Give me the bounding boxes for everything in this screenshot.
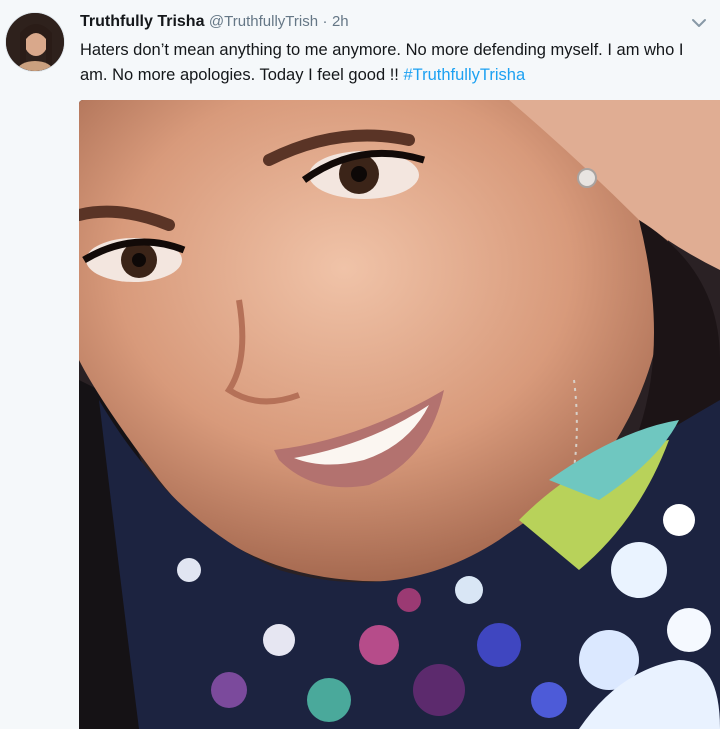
tweet-header: Truthfully Trisha @TruthfullyTrish · 2h [80,12,690,32]
tweet-text: Haters don’t mean anything to me anymore… [80,38,700,88]
user-handle[interactable]: @TruthfullyTrish [209,13,318,30]
avatar[interactable] [5,12,65,72]
tweet-body: Haters don’t mean anything to me anymore… [80,41,684,84]
chevron-down-icon[interactable] [690,14,708,32]
tweet-photo[interactable] [79,100,720,729]
tweet[interactable]: Truthfully Trisha @TruthfullyTrish · 2h … [0,0,720,729]
separator-dot: · [322,13,328,30]
display-name[interactable]: Truthfully Trisha [80,13,204,30]
hashtag-link[interactable]: #TruthfullyTrisha [403,66,525,84]
timestamp[interactable]: 2h [332,13,349,30]
